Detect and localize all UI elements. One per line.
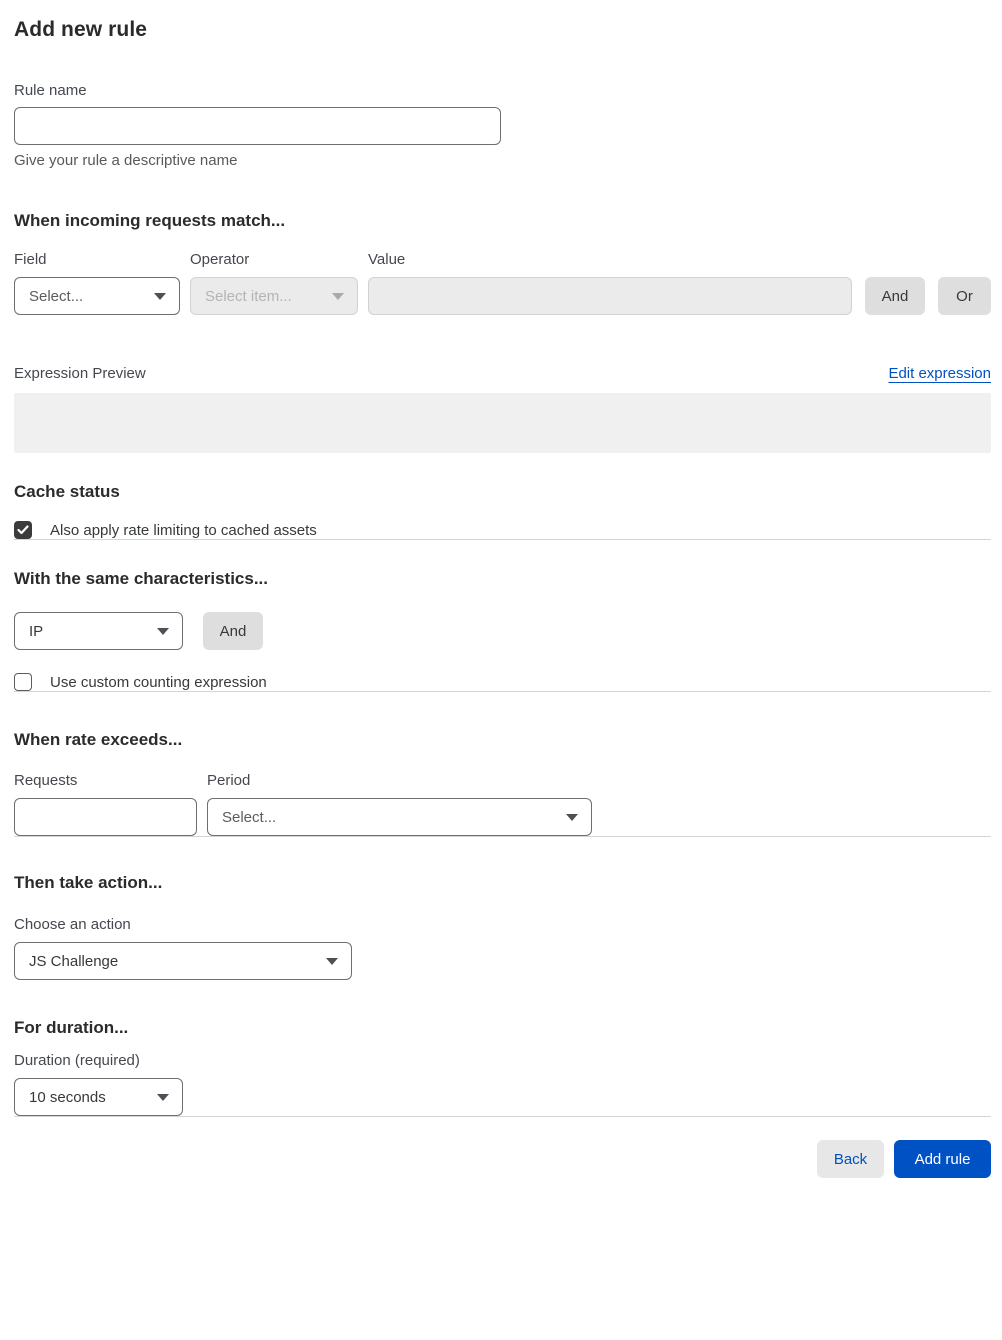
value-label: Value — [368, 251, 406, 268]
rate-row: Requests Period Select... — [14, 772, 991, 836]
operator-select-value: Select item... — [205, 287, 292, 305]
characteristics-and-button[interactable]: And — [203, 612, 263, 650]
chevron-down-icon — [326, 957, 338, 965]
chevron-down-icon — [566, 813, 578, 821]
cached-assets-checkbox[interactable] — [14, 521, 32, 539]
or-button[interactable]: Or — [938, 277, 991, 315]
characteristics-row: IP And — [14, 612, 991, 650]
page-title: Add new rule — [14, 18, 148, 41]
cached-assets-checkbox-label: Also apply rate limiting to cached asset… — [50, 521, 317, 539]
divider — [14, 691, 991, 692]
back-button[interactable]: Back — [817, 1140, 884, 1178]
period-select[interactable]: Select... — [207, 798, 592, 836]
expression-preview-label: Expression Preview — [14, 365, 146, 382]
rule-name-helper: Give your rule a descriptive name — [14, 152, 238, 169]
expression-header: Expression Preview Edit expression — [14, 365, 991, 382]
match-heading: When incoming requests match... — [14, 211, 286, 230]
divider — [14, 836, 991, 837]
edit-expression-link[interactable]: Edit expression — [888, 365, 991, 382]
characteristic-select-value: IP — [29, 622, 44, 640]
check-icon — [17, 525, 29, 535]
duration-select-value: 10 seconds — [29, 1088, 106, 1106]
duration-label: Duration (required) — [14, 1052, 140, 1069]
cached-assets-checkbox-row[interactable]: Also apply rate limiting to cached asset… — [14, 521, 991, 539]
cache-status-heading: Cache status — [14, 482, 120, 501]
requests-column: Requests — [14, 772, 197, 836]
section-duration: For duration... Duration (required) 10 s… — [14, 1018, 991, 1116]
chevron-down-icon — [154, 292, 166, 300]
add-rule-button[interactable]: Add rule — [894, 1140, 991, 1178]
field-select-value: Select... — [29, 287, 84, 305]
field-column: Field Select... — [14, 251, 180, 315]
section-characteristics: With the same characteristics... IP And … — [14, 569, 991, 691]
custom-counting-checkbox-label: Use custom counting expression — [50, 673, 267, 691]
custom-counting-checkbox-row[interactable]: Use custom counting expression — [14, 673, 991, 691]
section-take-action: Then take action... Choose an action JS … — [14, 873, 991, 980]
operator-label: Operator — [190, 251, 250, 268]
chevron-down-icon — [157, 1093, 169, 1101]
rule-name-group: Rule name Give your rule a descriptive n… — [14, 82, 991, 169]
choose-action-label: Choose an action — [14, 916, 131, 933]
section-cache-status: Cache status Also apply rate limiting to… — [14, 482, 991, 539]
duration-heading: For duration... — [14, 1018, 129, 1037]
characteristic-select[interactable]: IP — [14, 612, 183, 650]
rule-name-input[interactable] — [14, 107, 501, 145]
custom-counting-checkbox[interactable] — [14, 673, 32, 691]
period-label: Period — [207, 772, 251, 789]
chevron-down-icon — [332, 292, 344, 300]
footer-actions: Back Add rule — [14, 1140, 991, 1178]
divider — [14, 539, 991, 540]
value-input — [368, 277, 852, 315]
section-rate-exceeds: When rate exceeds... Requests Period Sel… — [14, 730, 991, 836]
field-label: Field — [14, 251, 47, 268]
period-column: Period Select... — [207, 772, 592, 836]
duration-select[interactable]: 10 seconds — [14, 1078, 183, 1116]
period-select-value: Select... — [222, 808, 277, 826]
operator-select: Select item... — [190, 277, 358, 315]
operator-column: Operator Select item... — [190, 251, 358, 315]
divider — [14, 1116, 991, 1117]
expression-section: Expression Preview Edit expression — [14, 365, 991, 453]
requests-label: Requests — [14, 772, 78, 789]
and-button[interactable]: And — [865, 277, 925, 315]
action-select-value: JS Challenge — [29, 952, 119, 970]
rule-name-label: Rule name — [14, 82, 87, 99]
add-rule-form: Add new rule Rule name Give your rule a … — [0, 0, 1002, 1192]
action-select[interactable]: JS Challenge — [14, 942, 352, 980]
match-row: Field Select... Operator Select item... … — [14, 251, 991, 315]
chevron-down-icon — [157, 627, 169, 635]
section-match: When incoming requests match... Field Se… — [14, 211, 991, 315]
expression-preview-box — [14, 393, 991, 453]
field-select[interactable]: Select... — [14, 277, 180, 315]
requests-input[interactable] — [14, 798, 197, 836]
characteristics-heading: With the same characteristics... — [14, 569, 269, 588]
value-column: Value — [368, 251, 852, 315]
rate-exceeds-heading: When rate exceeds... — [14, 730, 183, 749]
take-action-heading: Then take action... — [14, 873, 163, 892]
